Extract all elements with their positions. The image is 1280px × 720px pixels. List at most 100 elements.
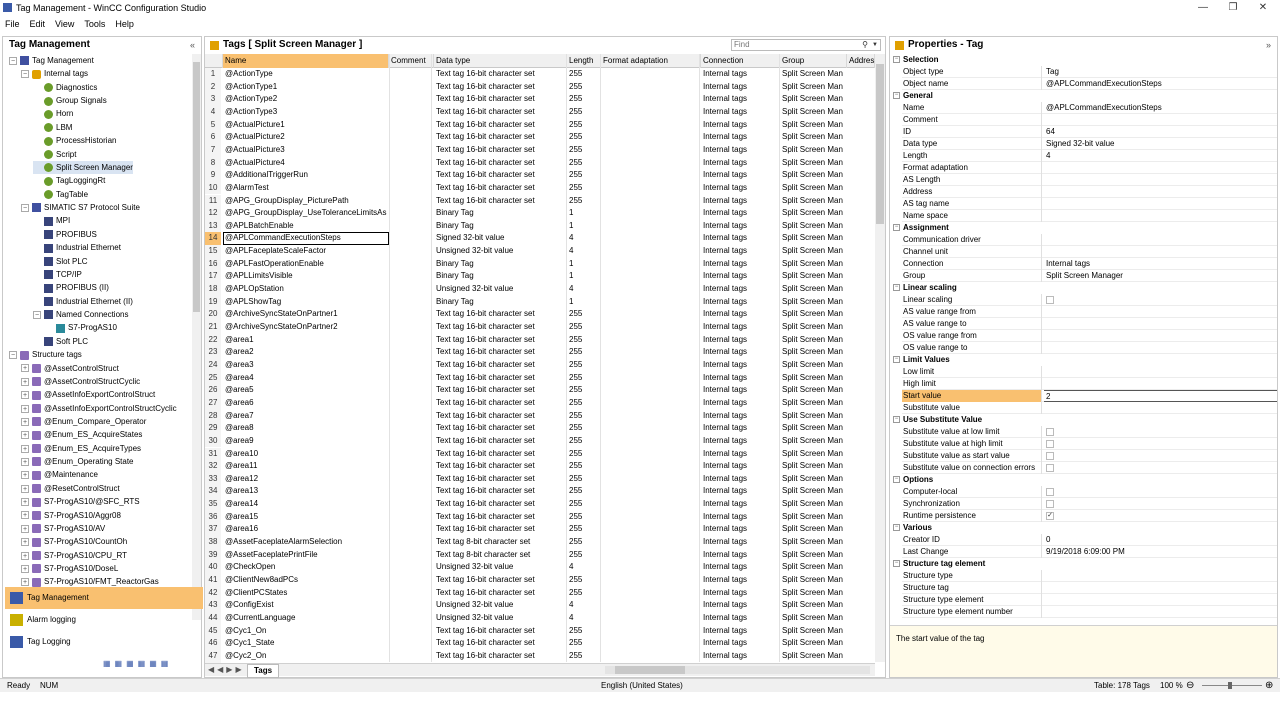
comment-cell[interactable] bbox=[389, 397, 434, 410]
data-type-cell[interactable]: Unsigned 32-bit value bbox=[434, 283, 567, 296]
group-cell[interactable]: Split Screen Man bbox=[780, 296, 847, 309]
table-row[interactable]: 22 @area1 Text tag 16-bit character set 255… bbox=[205, 333, 875, 347]
tag-name-cell[interactable]: @APG_GroupDisplay_PicturePath bbox=[223, 195, 389, 208]
group-cell[interactable]: Split Screen Man bbox=[780, 308, 847, 321]
property-category[interactable]: − Options bbox=[892, 474, 1277, 486]
table-row[interactable]: 45 @Cyc1_On Text tag 16-bit character set 2… bbox=[205, 624, 875, 638]
comment-cell[interactable] bbox=[389, 119, 434, 132]
length-cell[interactable]: 255 bbox=[567, 637, 601, 650]
table-row[interactable]: 15 @APLFaceplateScaleFactor Unsigned 32-bi… bbox=[205, 245, 875, 258]
tree-item[interactable]: + S7-ProgAS10/CPU_RT bbox=[21, 549, 127, 562]
column-header-length[interactable]: Length bbox=[567, 54, 601, 68]
tag-name-cell[interactable]: @area16 bbox=[223, 523, 389, 536]
length-cell[interactable]: 255 bbox=[567, 473, 601, 486]
connection-cell[interactable]: Internal tags bbox=[701, 321, 780, 334]
tree-toggle-icon[interactable]: + bbox=[21, 564, 29, 573]
comment-cell[interactable] bbox=[389, 232, 434, 245]
property-row[interactable]: ID 64 bbox=[902, 126, 1277, 138]
grid-hscroll-thumb[interactable] bbox=[615, 666, 685, 674]
connection-cell[interactable]: Internal tags bbox=[701, 93, 780, 106]
table-row[interactable]: 1 @ActionType Text tag 16-bit character se… bbox=[205, 68, 875, 81]
length-cell[interactable]: 255 bbox=[567, 650, 601, 663]
data-type-cell[interactable]: Text tag 16-bit character set bbox=[434, 106, 567, 119]
comment-cell[interactable] bbox=[389, 612, 434, 625]
length-cell[interactable]: 255 bbox=[567, 144, 601, 157]
comment-cell[interactable] bbox=[389, 346, 434, 359]
comment-cell[interactable] bbox=[389, 144, 434, 157]
sheet-tab-tags[interactable]: Tags bbox=[247, 664, 280, 678]
tag-name-cell[interactable]: @APLShowTag bbox=[223, 296, 389, 309]
length-cell[interactable]: 255 bbox=[567, 397, 601, 410]
length-cell[interactable]: 255 bbox=[567, 372, 601, 385]
group-cell[interactable]: Split Screen Man bbox=[780, 144, 847, 157]
data-type-cell[interactable]: Text tag 16-bit character set bbox=[434, 498, 567, 511]
property-row[interactable]: Creator ID 0 bbox=[902, 534, 1277, 546]
table-row[interactable]: 9 @AdditionalTriggerRun Text tag 16-bit ch… bbox=[205, 169, 875, 182]
tree-item[interactable]: Slot PLC bbox=[33, 255, 88, 268]
property-value[interactable] bbox=[1044, 450, 1277, 462]
minimize-icon[interactable]: — bbox=[1188, 1, 1218, 15]
group-cell[interactable]: Split Screen Man bbox=[780, 561, 847, 574]
length-cell[interactable]: 255 bbox=[567, 182, 601, 195]
table-row[interactable]: 38 @AssetFaceplateAlarmSelection Text tag … bbox=[205, 536, 875, 549]
connection-cell[interactable]: Internal tags bbox=[701, 359, 780, 372]
tree-item[interactable]: S7-ProgAS10 bbox=[45, 321, 117, 334]
property-row[interactable]: Name @APLCommandExecutionSteps bbox=[902, 102, 1277, 114]
data-type-cell[interactable]: Text tag 16-bit character set bbox=[434, 384, 567, 397]
connection-cell[interactable]: Internal tags bbox=[701, 245, 780, 258]
checkbox-icon[interactable] bbox=[1046, 463, 1054, 472]
tree-toggle-icon[interactable]: + bbox=[21, 484, 29, 493]
table-row[interactable]: 36 @area15 Text tag 16-bit character set 25… bbox=[205, 510, 875, 524]
property-row[interactable]: Last Change 9/19/2018 6:09:00 PM bbox=[902, 546, 1277, 558]
length-cell[interactable]: 255 bbox=[567, 587, 601, 600]
tag-name-cell[interactable]: @area5 bbox=[223, 384, 389, 397]
data-type-cell[interactable]: Text tag 16-bit character set bbox=[434, 460, 567, 473]
table-row[interactable]: 11 @APG_GroupDisplay_PicturePath Text tag … bbox=[205, 194, 875, 208]
property-value[interactable]: 2 bbox=[1044, 390, 1277, 402]
tag-name-cell[interactable]: @ActualPicture2 bbox=[223, 131, 389, 144]
comment-cell[interactable] bbox=[389, 410, 434, 423]
tag-name-cell[interactable]: @ActionType bbox=[223, 68, 389, 81]
group-cell[interactable]: Split Screen Man bbox=[780, 422, 847, 435]
property-row[interactable]: Object type Tag bbox=[902, 66, 1277, 78]
tag-name-cell[interactable]: @Cyc2_On bbox=[223, 650, 389, 663]
length-cell[interactable]: 1 bbox=[567, 296, 601, 309]
tree-toggle-icon[interactable]: + bbox=[21, 431, 29, 440]
property-value[interactable]: Signed 32-bit value bbox=[1044, 138, 1277, 150]
table-row[interactable]: 33 @area12 Text tag 16-bit character set 25… bbox=[205, 472, 875, 486]
connection-cell[interactable]: Internal tags bbox=[701, 270, 780, 283]
tag-name-cell[interactable]: @area6 bbox=[223, 397, 389, 410]
table-row[interactable]: 10 @AlarmTest Text tag 16-bit character se… bbox=[205, 181, 875, 195]
tag-name-cell[interactable]: @AssetFaceplatePrintFile bbox=[223, 549, 389, 562]
category-toggle-icon[interactable]: − bbox=[893, 560, 900, 567]
property-row[interactable]: Structure type element bbox=[902, 594, 1277, 606]
connection-cell[interactable]: Internal tags bbox=[701, 511, 780, 524]
tag-name-cell[interactable]: @area9 bbox=[223, 435, 389, 448]
length-cell[interactable]: 255 bbox=[567, 511, 601, 524]
property-category[interactable]: − Structure tag element bbox=[892, 558, 1277, 570]
data-type-cell[interactable]: Text tag 16-bit character set bbox=[434, 81, 567, 94]
property-row[interactable]: Structure tag bbox=[902, 582, 1277, 594]
tree-toggle-icon[interactable]: + bbox=[21, 364, 29, 373]
table-row[interactable]: 47 @Cyc2_On Text tag 16-bit character set 2… bbox=[205, 649, 875, 663]
tree-item[interactable]: LBM bbox=[33, 121, 72, 134]
table-row[interactable]: 28 @area7 Text tag 16-bit character set 255… bbox=[205, 409, 875, 423]
connection-cell[interactable]: Internal tags bbox=[701, 283, 780, 296]
property-category[interactable]: − Assignment bbox=[892, 222, 1277, 234]
tag-name-cell[interactable]: @APLCommandExecutionSteps bbox=[223, 232, 389, 246]
property-category[interactable]: − General bbox=[892, 90, 1277, 102]
connection-cell[interactable]: Internal tags bbox=[701, 599, 780, 612]
connection-cell[interactable]: Internal tags bbox=[701, 574, 780, 587]
table-row[interactable]: 14 @APLCommandExecutionSteps Signed 32-bit… bbox=[205, 232, 875, 246]
property-category[interactable]: − Various bbox=[892, 522, 1277, 534]
connection-cell[interactable]: Internal tags bbox=[701, 131, 780, 144]
connection-cell[interactable]: Internal tags bbox=[701, 334, 780, 347]
group-cell[interactable]: Split Screen Man bbox=[780, 587, 847, 600]
tag-name-cell[interactable]: @ActionType2 bbox=[223, 93, 389, 106]
group-cell[interactable]: Split Screen Man bbox=[780, 637, 847, 650]
table-row[interactable]: 21 @ArchiveSyncStateOnPartner2 Text tag 16… bbox=[205, 321, 875, 334]
tag-name-cell[interactable]: @area10 bbox=[223, 448, 389, 461]
data-type-cell[interactable]: Text tag 16-bit character set bbox=[434, 321, 567, 334]
length-cell[interactable]: 255 bbox=[567, 523, 601, 536]
column-header-addres[interactable]: Addres bbox=[847, 54, 875, 68]
